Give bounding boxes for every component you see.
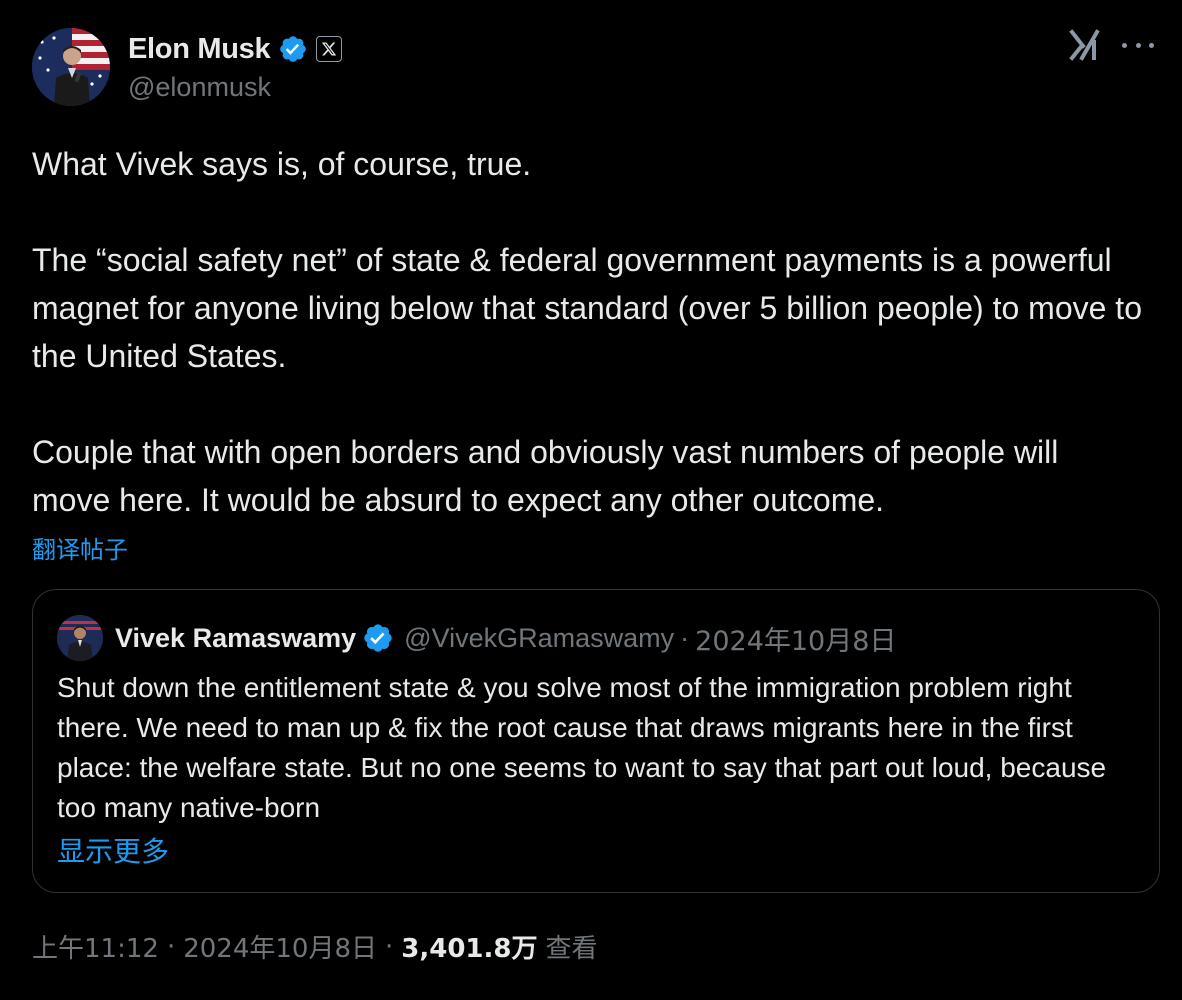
views-count: 3,401.8万 bbox=[401, 934, 538, 964]
quoted-author-avatar bbox=[57, 615, 103, 661]
tweet-header: Elon Musk @elonmusk bbox=[32, 28, 1154, 108]
quoted-tweet-header: Vivek Ramaswamy @VivekGRamaswamy · 2024年… bbox=[57, 614, 896, 662]
meta-separator: · bbox=[166, 931, 176, 962]
tweet-paragraph: What Vivek says is, of course, true. bbox=[32, 146, 532, 182]
quoted-tweet-card[interactable]: Vivek Ramaswamy @VivekGRamaswamy · 2024年… bbox=[32, 589, 1160, 893]
tweet-paragraph: Couple that with open borders and obviou… bbox=[32, 434, 1059, 518]
more-dot bbox=[1149, 42, 1154, 48]
author-handle[interactable]: @elonmusk bbox=[128, 72, 342, 103]
views-label: 查看 bbox=[545, 934, 598, 964]
quoted-author-display-name: Vivek Ramaswamy bbox=[115, 622, 357, 653]
tweet-body: What Vivek says is, of course, true. The… bbox=[32, 140, 1142, 524]
tweet-meta: 上午11:12 · 2024年10月8日 · 3,401.8万 查看 bbox=[32, 928, 598, 965]
post-date[interactable]: 2024年10月8日 bbox=[183, 928, 377, 965]
quoted-verified-badge-icon bbox=[362, 622, 394, 654]
meta-separator: · bbox=[385, 931, 394, 962]
show-more-link[interactable]: 显示更多 bbox=[57, 830, 169, 870]
author-name-block: Elon Musk @elonmusk bbox=[128, 30, 343, 103]
quoted-date: 2024年10月8日 bbox=[695, 625, 897, 657]
author-display-name[interactable]: Elon Musk bbox=[128, 33, 271, 66]
more-options-icon[interactable] bbox=[1122, 32, 1154, 58]
avatar-image bbox=[32, 28, 110, 106]
more-dot bbox=[1135, 42, 1141, 48]
verified-badge-icon[interactable] bbox=[278, 34, 308, 64]
author-avatar[interactable] bbox=[32, 28, 110, 106]
quoted-author-handle: @VivekGRamaswamy bbox=[404, 622, 675, 653]
translate-post-link[interactable]: 翻译帖子 bbox=[32, 530, 128, 565]
author-name-row: Elon Musk bbox=[128, 30, 343, 68]
grok-icon[interactable] bbox=[1068, 28, 1102, 62]
more-dot bbox=[1122, 42, 1127, 48]
quoted-separator: · bbox=[680, 622, 690, 653]
quoted-tweet-text: Shut down the entitlement state & you so… bbox=[57, 672, 1107, 823]
post-time[interactable]: 上午11:12 bbox=[32, 928, 159, 965]
quoted-avatar-image bbox=[57, 615, 103, 661]
x-affiliation-badge-icon[interactable] bbox=[316, 36, 343, 62]
tweet-paragraph: The “social safety net” of state & feder… bbox=[32, 242, 1142, 374]
tweet-detail: Elon Musk @elonmusk What Vivek says is, … bbox=[0, 0, 1182, 1000]
